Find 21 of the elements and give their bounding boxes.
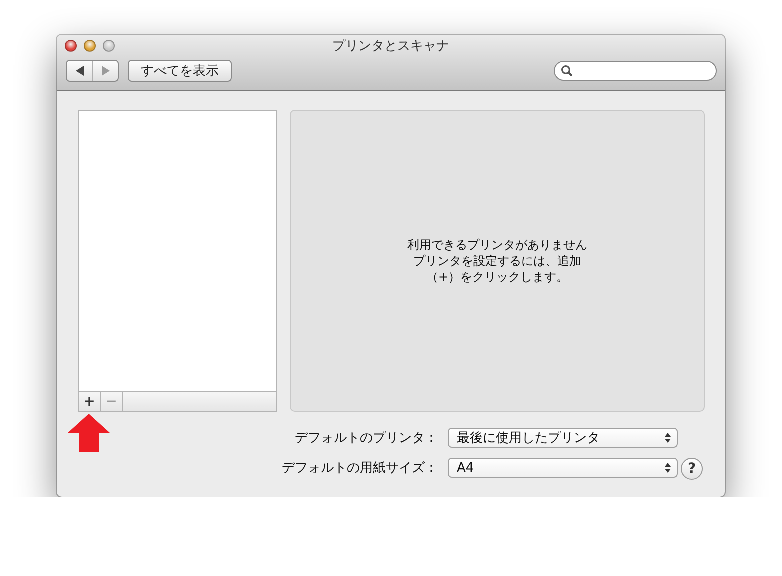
help-button[interactable]: ? — [681, 458, 703, 480]
message-text: 利用できるプリンタがありません — [408, 237, 588, 253]
arrow-annotation — [68, 414, 110, 452]
search-field[interactable] — [554, 61, 717, 81]
setting-label: デフォルトの用紙サイズ： — [281, 460, 439, 477]
zoom-icon[interactable] — [103, 40, 115, 52]
stepper-icon — [665, 433, 671, 443]
popup-menu[interactable]: A4 — [448, 458, 678, 478]
search-icon — [561, 65, 573, 77]
close-icon[interactable] — [65, 40, 77, 52]
left-triangle-icon — [76, 66, 84, 76]
setting-label: デフォルトのプリンタ： — [294, 430, 439, 447]
popup-menu[interactable]: 最後に使用したプリンタ — [448, 428, 678, 448]
right-triangle-icon — [102, 66, 110, 76]
window-title: プリンタとスキャナ — [332, 38, 450, 55]
minimize-icon[interactable] — [84, 40, 96, 52]
show-all-button[interactable]: すべてを表示 — [128, 60, 232, 82]
message-text: プリンタを設定するには、追加 — [414, 253, 582, 269]
add-button[interactable]: + — [79, 392, 101, 411]
message-text: （+）をクリックします。 — [426, 269, 569, 285]
stepper-icon — [665, 463, 671, 473]
